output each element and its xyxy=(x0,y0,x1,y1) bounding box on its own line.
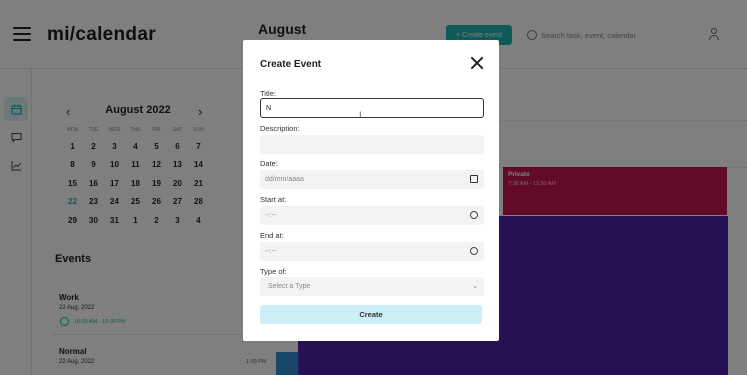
date-placeholder: dd/mm/aaaa xyxy=(265,176,304,183)
title-input[interactable]: N xyxy=(260,98,484,118)
title-input-value: N xyxy=(266,104,272,112)
type-label: Type of: xyxy=(260,267,287,276)
modal-title: Create Event xyxy=(260,59,322,70)
description-label: Description: xyxy=(260,124,300,133)
start-placeholder: --:-- xyxy=(265,212,277,219)
create-event-modal: Create Event Title: N Description: Date:… xyxy=(243,40,499,341)
clock-icon[interactable] xyxy=(470,211,478,219)
start-label: Start at: xyxy=(260,195,287,204)
date-input[interactable]: dd/mm/aaaa xyxy=(260,170,484,189)
description-input[interactable] xyxy=(260,135,484,154)
close-icon[interactable] xyxy=(470,56,484,70)
start-time-input[interactable]: --:-- xyxy=(260,206,484,225)
end-time-input[interactable]: --:-- xyxy=(260,242,484,261)
calendar-picker-icon[interactable] xyxy=(470,175,478,183)
title-label: Title: xyxy=(260,89,276,98)
chevron-down-icon: ⌄ xyxy=(472,283,478,290)
end-placeholder: --:-- xyxy=(265,248,277,255)
type-select[interactable]: Select a Type ⌄ xyxy=(260,277,484,296)
end-label: End at: xyxy=(260,231,284,240)
date-label: Date: xyxy=(260,159,278,168)
text-cursor-icon: I xyxy=(359,110,362,120)
type-placeholder: Select a Type xyxy=(268,283,311,290)
clock-icon[interactable] xyxy=(470,247,478,255)
app-page: mi/calendar August + Create event Search… xyxy=(0,0,747,375)
create-button[interactable]: Create xyxy=(260,305,482,324)
